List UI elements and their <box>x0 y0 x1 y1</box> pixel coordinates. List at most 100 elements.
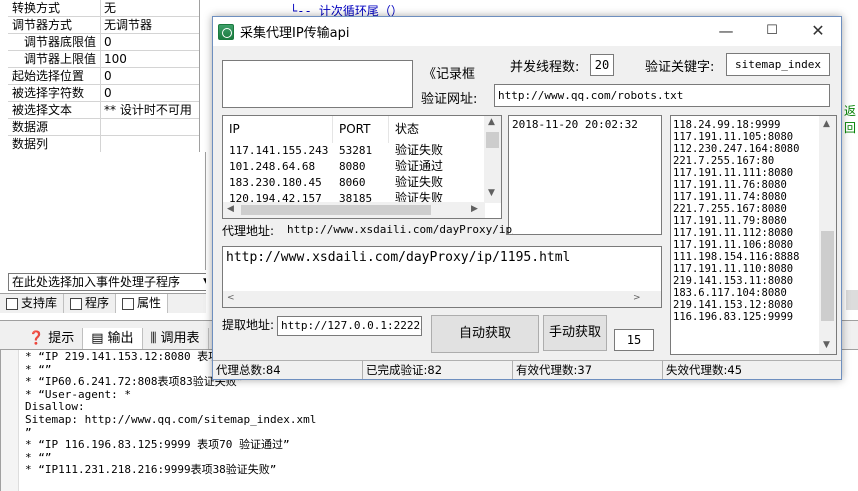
proxy-list[interactable]: 118.24.99.18:9999 117.191.11.105:8080 112.… <box>670 115 837 355</box>
table-row[interactable]: 117.141.155.243 53281 验证失败 <box>223 143 485 159</box>
tab-program[interactable]: 程序 <box>64 294 117 313</box>
event-handler-select[interactable]: 在此处选择加入事件处理子程序 ▼ <box>8 273 213 291</box>
verify-url-input[interactable]: http://www.qq.com/robots.txt <box>494 84 830 107</box>
list-item[interactable]: 112.230.247.164:8080 <box>673 143 799 155</box>
proxy-address-memo[interactable]: http://www.xsdaili.com/dayProxy/ip/1195.… <box>222 246 662 308</box>
property-row[interactable]: 起始选择位置 0 <box>8 68 199 85</box>
ip-table[interactable]: IP PORT 状态 117.141.155.243 53281 验证失败 101.2… <box>222 115 502 219</box>
list-item[interactable]: 117.191.11.112:8080 <box>673 227 799 239</box>
app-icon <box>218 23 234 40</box>
chevron-down-icon[interactable]: ▼ <box>823 340 830 350</box>
chevron-right-icon[interactable]: > <box>633 293 641 303</box>
keyword-input[interactable]: sitemap_index <box>726 53 830 76</box>
property-value[interactable]: 无调节器 <box>100 17 199 33</box>
property-name: 调节器方式 <box>12 18 73 32</box>
chevron-right-icon[interactable]: ▶ <box>471 204 478 214</box>
threads-input[interactable]: 20 <box>590 54 614 76</box>
column-status[interactable]: 状态 <box>389 116 485 143</box>
proxy-memo-hscrollbar[interactable]: < > <box>223 291 661 307</box>
chevron-up-icon[interactable]: ▲ <box>823 119 830 129</box>
proxy-list-vscrollbar[interactable]: ▲ ▼ <box>819 116 836 354</box>
ip-table-vscrollbar[interactable]: ▲ ▼ <box>484 116 501 203</box>
list-item[interactable]: 221.7.255.167:8080 <box>673 203 799 215</box>
table-row[interactable]: 183.230.180.45 8060 验证失败 <box>223 175 485 191</box>
property-value[interactable]: 0 <box>100 34 199 50</box>
property-row[interactable]: 被选择文本 ** 设计时不可用 <box>8 102 199 119</box>
status-invalid: 失效代理数:45 <box>666 363 743 377</box>
property-name: 被选择字符数 <box>12 86 85 100</box>
property-row[interactable]: 数据源 <box>8 119 199 136</box>
property-value[interactable]: 0 <box>100 85 199 101</box>
properties-icon <box>122 297 135 310</box>
scroll-thumb[interactable] <box>241 205 431 215</box>
list-item[interactable]: 219.141.153.11:8080 <box>673 275 799 287</box>
log-box[interactable]: 2018-11-20 20:02:32 <box>508 115 662 235</box>
list-item[interactable]: 183.6.117.104:8080 <box>673 287 799 299</box>
fetch-url-input[interactable]: http://127.0.0.1:2222/ <box>277 316 422 336</box>
property-row[interactable]: 调节器底限值 0 <box>8 34 199 51</box>
property-name: 数据源 <box>12 120 49 134</box>
property-row[interactable]: 调节器上限值 100 <box>8 51 199 68</box>
scroll-thumb[interactable] <box>821 231 834 321</box>
property-value[interactable] <box>100 136 199 152</box>
list-item[interactable]: 117.191.11.110:8080 <box>673 263 799 275</box>
tab-properties[interactable]: 属性 <box>116 294 169 313</box>
output-line: Sitemap: http://www.qq.com/sitemap_index… <box>25 412 317 426</box>
property-value[interactable]: ** 设计时不可用 <box>100 102 199 118</box>
record-box-label: 《记录框 <box>423 67 476 82</box>
tab-output[interactable]: ▤ 输出 <box>83 328 143 349</box>
list-item[interactable]: 117.191.11.105:8080 <box>673 131 799 143</box>
list-item[interactable]: 221.7.255.167:80 <box>673 155 799 167</box>
property-row[interactable]: 数据列 <box>8 136 199 153</box>
ip-table-header: IP PORT 状态 <box>223 116 485 143</box>
list-item[interactable]: 117.191.11.76:8080 <box>673 179 799 191</box>
list-item[interactable]: 117.191.11.74:8080 <box>673 191 799 203</box>
scroll-thumb[interactable] <box>486 132 499 148</box>
close-button[interactable]: ✕ <box>795 17 841 46</box>
property-value[interactable]: 0 <box>100 68 199 84</box>
list-item[interactable]: 116.196.83.125:9999 <box>673 311 799 323</box>
property-row[interactable]: 被选择字符数 0 <box>8 85 199 102</box>
keyword-label: 验证关键字: <box>645 60 715 75</box>
code-fragment: 返回 <box>844 104 857 135</box>
record-box[interactable] <box>222 60 413 108</box>
library-icon <box>6 297 18 310</box>
ip-table-hscrollbar[interactable]: ◀ ▶ <box>223 202 485 218</box>
property-row[interactable]: 转换方式 无 <box>8 0 199 17</box>
property-row[interactable]: 调节器方式 无调节器 <box>8 17 199 34</box>
list-item[interactable]: 219.141.153.12:8080 <box>673 299 799 311</box>
status-cell: 验证失败 <box>395 143 444 157</box>
count-input[interactable]: 15 <box>614 329 654 351</box>
proxy-collector-dialog: 采集代理IP传输api — ☐ ✕ 《记录框 并发线程数: 20 验证关键字: … <box>212 16 842 380</box>
call-table-icon: ⫼ <box>150 331 157 346</box>
tab-support-library[interactable]: 支持库 <box>0 294 65 313</box>
property-value[interactable]: 100 <box>100 51 199 67</box>
column-ip[interactable]: IP <box>223 116 333 143</box>
property-value[interactable] <box>100 119 199 135</box>
table-row[interactable]: 101.248.64.68 8080 验证通过 <box>223 159 485 175</box>
list-item[interactable]: 117.191.11.79:8080 <box>673 215 799 227</box>
property-name: 数据列 <box>12 137 49 151</box>
title-bar[interactable]: 采集代理IP传输api — ☐ ✕ <box>213 17 841 46</box>
minimize-button[interactable]: — <box>703 17 749 46</box>
chevron-left-icon[interactable]: ◀ <box>227 204 234 214</box>
manual-fetch-button[interactable]: 手动获取 <box>543 315 607 351</box>
list-item[interactable]: 111.198.154.116:8888 <box>673 251 799 263</box>
property-name: 转换方式 <box>12 1 61 15</box>
left-panel-tabs: 支持库 程序 属性 <box>0 293 213 313</box>
tab-hint[interactable]: ❓ 提示 <box>20 328 84 349</box>
property-grid[interactable]: 转换方式无调节器方式 无调节器 调节器底限值 0 调节器上限值 100 起始选择位置 0 被选择… <box>8 0 200 153</box>
maximize-button[interactable]: ☐ <box>749 17 795 46</box>
property-value[interactable]: 无 <box>100 0 199 16</box>
column-port[interactable]: PORT <box>333 116 389 143</box>
list-item[interactable]: 117.191.11.111:8080 <box>673 167 799 179</box>
program-icon <box>70 297 83 310</box>
list-item[interactable]: 118.24.99.18:9999 <box>673 119 799 131</box>
chevron-up-icon[interactable]: ▲ <box>488 117 495 127</box>
auto-fetch-button[interactable]: 自动获取 <box>431 315 539 353</box>
chevron-down-icon[interactable]: ▼ <box>488 188 495 198</box>
fetch-url-label: 提取地址: <box>222 318 275 332</box>
list-item[interactable]: 117.191.11.106:8080 <box>673 239 799 251</box>
tab-call-table[interactable]: ⫼ 调用表 <box>143 328 209 349</box>
chevron-left-icon[interactable]: < <box>227 293 235 303</box>
